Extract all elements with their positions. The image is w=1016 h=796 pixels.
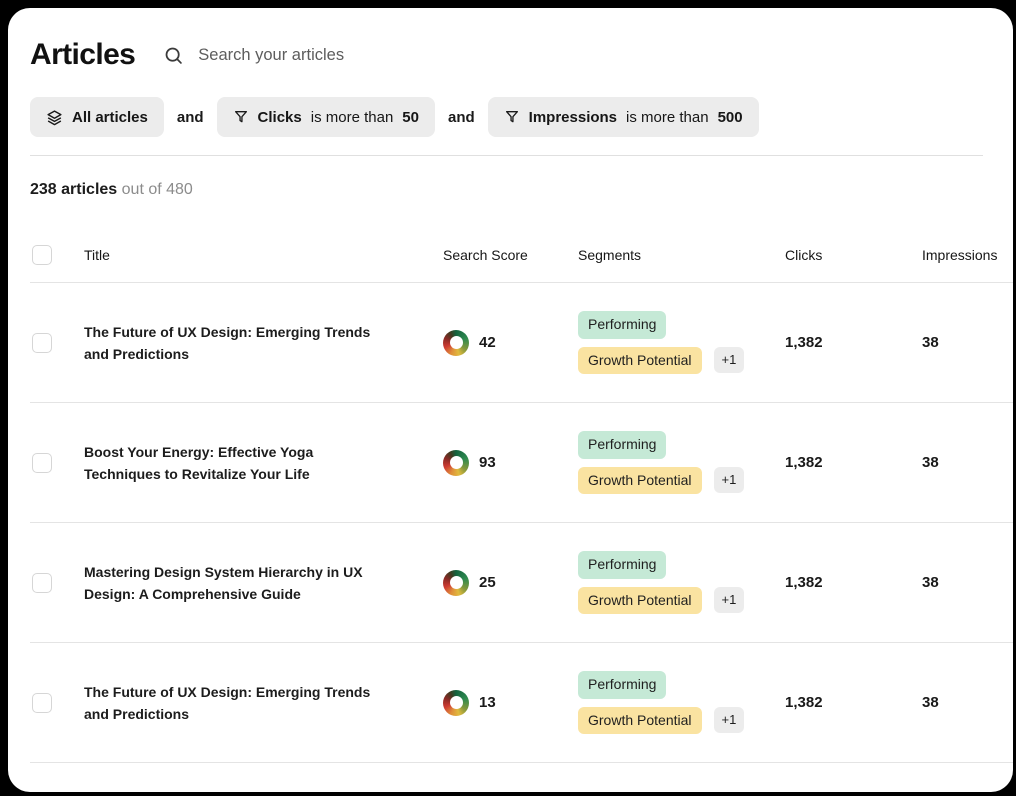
column-header-impressions: Impressions xyxy=(922,247,1013,263)
funnel-icon xyxy=(233,109,249,125)
articles-table: Title Search Score Segments Clicks Impre… xyxy=(30,227,1013,763)
clicks-value: 1,382 xyxy=(785,574,922,591)
filter-value: 500 xyxy=(718,109,743,126)
search-score-ring-icon xyxy=(443,450,469,476)
clicks-value: 1,382 xyxy=(785,694,922,711)
column-header-segments: Segments xyxy=(578,247,785,263)
filter-chip-all-articles[interactable]: All articles xyxy=(30,97,164,137)
segment-badge-performing[interactable]: Performing xyxy=(578,431,666,458)
article-title[interactable]: The Future of UX Design: Emerging Trends… xyxy=(84,321,443,365)
table-row[interactable]: Boost Your Energy: Effective Yoga Techni… xyxy=(30,403,1013,523)
search-score-ring-icon xyxy=(443,570,469,596)
articles-panel: Articles All articles and Clicks is more… xyxy=(8,8,1013,792)
column-header-title: Title xyxy=(84,247,443,263)
search-score-value: 13 xyxy=(479,694,496,711)
filter-chip-impressions[interactable]: Impressions is more than 500 xyxy=(488,97,759,137)
segment-badge-performing[interactable]: Performing xyxy=(578,311,666,338)
segment-more-badge[interactable]: +1 xyxy=(714,587,745,613)
segment-badge-growth-potential[interactable]: Growth Potential xyxy=(578,707,702,734)
segment-badge-growth-potential[interactable]: Growth Potential xyxy=(578,467,702,494)
filter-chip-clicks[interactable]: Clicks is more than 50 xyxy=(217,97,435,137)
table-row[interactable]: Mastering Design System Hierarchy in UX … xyxy=(30,523,1013,643)
clicks-value: 1,382 xyxy=(785,454,922,471)
results-count: 238 articles xyxy=(30,181,117,198)
filter-field: Clicks xyxy=(258,109,302,126)
funnel-icon xyxy=(504,109,520,125)
filter-chip-label: All articles xyxy=(72,109,148,126)
search-box[interactable] xyxy=(163,45,478,66)
search-score-value: 25 xyxy=(479,574,496,591)
row-checkbox[interactable] xyxy=(32,453,52,473)
page-title: Articles xyxy=(30,38,135,72)
search-input[interactable] xyxy=(198,46,478,65)
article-title[interactable]: Mastering Design System Hierarchy in UX … xyxy=(84,561,443,605)
filter-operator: is more than xyxy=(626,109,709,126)
impressions-value: 38 xyxy=(922,694,1013,711)
search-score-value: 42 xyxy=(479,334,496,351)
clicks-value: 1,382 xyxy=(785,334,922,351)
column-header-search-score: Search Score xyxy=(443,247,578,263)
table-header-row: Title Search Score Segments Clicks Impre… xyxy=(30,227,1013,283)
impressions-value: 38 xyxy=(922,334,1013,351)
top-bar: Articles xyxy=(8,8,1013,72)
search-score-ring-icon xyxy=(443,330,469,356)
filter-value: 50 xyxy=(402,109,419,126)
filter-operator: is more than xyxy=(311,109,394,126)
segment-more-badge[interactable]: +1 xyxy=(714,467,745,493)
table-row[interactable]: The Future of UX Design: Emerging Trends… xyxy=(30,643,1013,763)
row-checkbox[interactable] xyxy=(32,573,52,593)
segment-badge-growth-potential[interactable]: Growth Potential xyxy=(578,347,702,374)
column-header-clicks: Clicks xyxy=(785,247,922,263)
segment-more-badge[interactable]: +1 xyxy=(714,347,745,373)
segment-badge-performing[interactable]: Performing xyxy=(578,551,666,578)
layers-icon xyxy=(46,109,63,126)
search-score-ring-icon xyxy=(443,690,469,716)
filter-connector: and xyxy=(448,109,475,126)
results-summary: 238 articles out of 480 xyxy=(30,181,1013,199)
impressions-value: 38 xyxy=(922,454,1013,471)
search-icon xyxy=(163,45,184,66)
segment-badge-performing[interactable]: Performing xyxy=(578,671,666,698)
filter-bar: All articles and Clicks is more than 50 … xyxy=(30,97,1013,137)
row-checkbox[interactable] xyxy=(32,333,52,353)
results-total: out of 480 xyxy=(122,181,193,198)
impressions-value: 38 xyxy=(922,574,1013,591)
search-score-value: 93 xyxy=(479,454,496,471)
row-checkbox[interactable] xyxy=(32,693,52,713)
segment-badge-growth-potential[interactable]: Growth Potential xyxy=(578,587,702,614)
filter-field: Impressions xyxy=(529,109,617,126)
section-divider xyxy=(30,155,983,156)
article-title[interactable]: Boost Your Energy: Effective Yoga Techni… xyxy=(84,441,443,485)
segment-more-badge[interactable]: +1 xyxy=(714,707,745,733)
select-all-checkbox[interactable] xyxy=(32,245,52,265)
filter-connector: and xyxy=(177,109,204,126)
article-title[interactable]: The Future of UX Design: Emerging Trends… xyxy=(84,681,443,725)
table-row[interactable]: The Future of UX Design: Emerging Trends… xyxy=(30,283,1013,403)
